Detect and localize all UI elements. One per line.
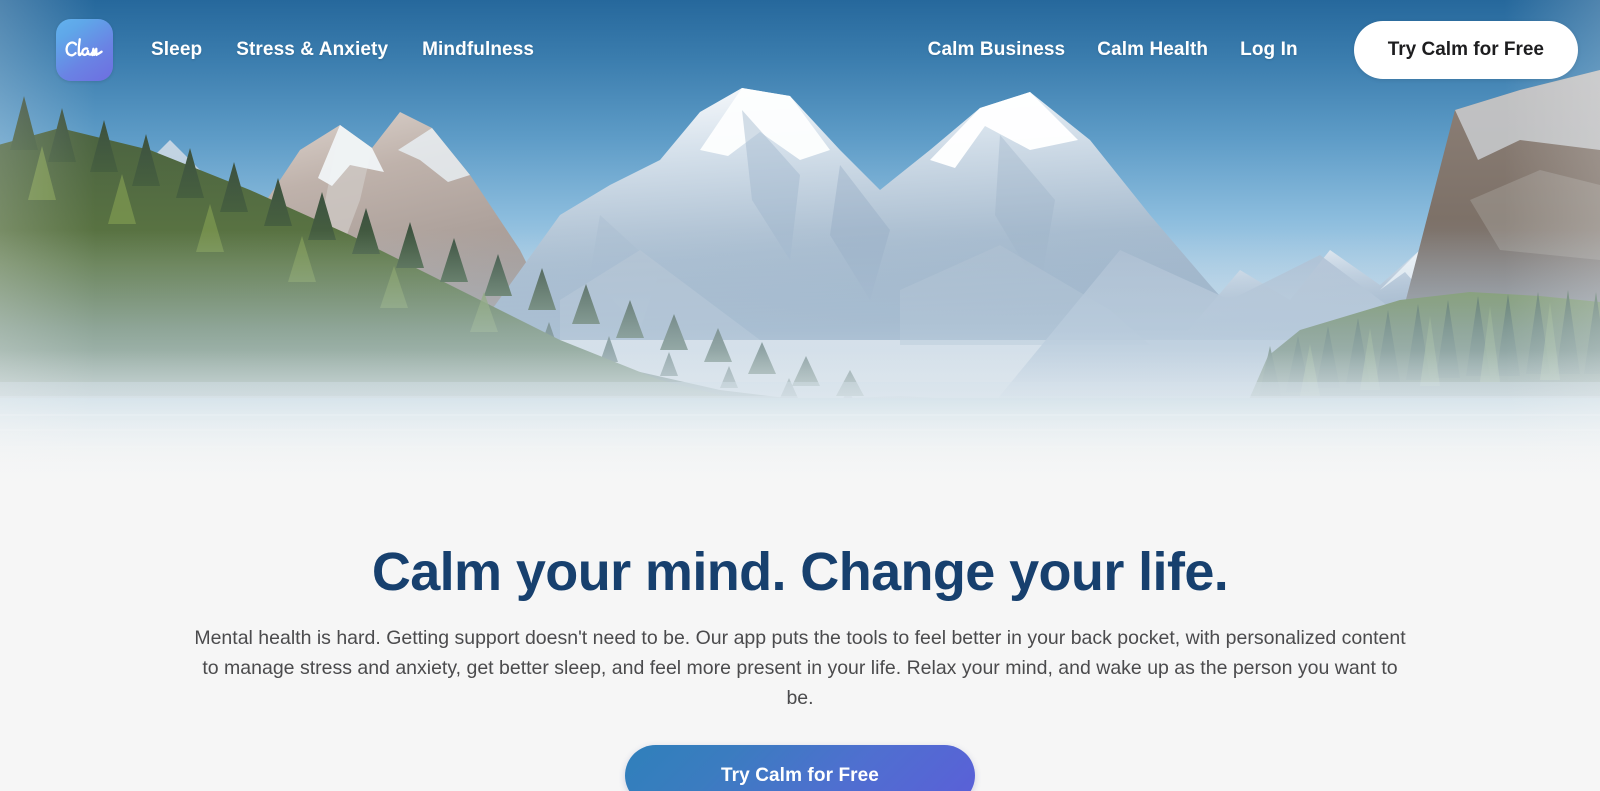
nav-link-calm-health[interactable]: Calm Health bbox=[1097, 39, 1208, 61]
hero-subcopy: Mental health is hard. Getting support d… bbox=[194, 627, 1406, 709]
cta-container: Try Calm for Free bbox=[0, 745, 1600, 791]
page-title: Calm your mind. Change your life. bbox=[371, 542, 1229, 602]
lake-water bbox=[0, 398, 1600, 500]
atmospheric-haze bbox=[0, 230, 1600, 410]
nav-link-log-in[interactable]: Log In bbox=[1240, 39, 1298, 61]
hero-content-section: Calm your mind. Change your life. Mental… bbox=[0, 500, 1600, 791]
calm-landing-page: Sleep Stress & Anxiety Mindfulness Calm … bbox=[0, 0, 1600, 791]
top-navigation-bar: Sleep Stress & Anxiety Mindfulness Calm … bbox=[0, 0, 1600, 100]
calm-logo[interactable] bbox=[56, 19, 113, 81]
nav-link-mindfulness[interactable]: Mindfulness bbox=[422, 39, 534, 61]
calm-wordmark-icon bbox=[64, 38, 103, 57]
nav-link-stress-anxiety[interactable]: Stress & Anxiety bbox=[236, 39, 388, 61]
primary-try-calm-for-free-button[interactable]: Try Calm for Free bbox=[625, 745, 975, 791]
nav-try-calm-for-free-button[interactable]: Try Calm for Free bbox=[1353, 21, 1578, 79]
secondary-nav-links: Calm Business Calm Health Log In Try Cal… bbox=[928, 21, 1578, 79]
nav-link-calm-business[interactable]: Calm Business bbox=[928, 39, 1066, 61]
primary-nav-links: Sleep Stress & Anxiety Mindfulness bbox=[151, 39, 534, 61]
nav-link-sleep[interactable]: Sleep bbox=[151, 39, 202, 61]
